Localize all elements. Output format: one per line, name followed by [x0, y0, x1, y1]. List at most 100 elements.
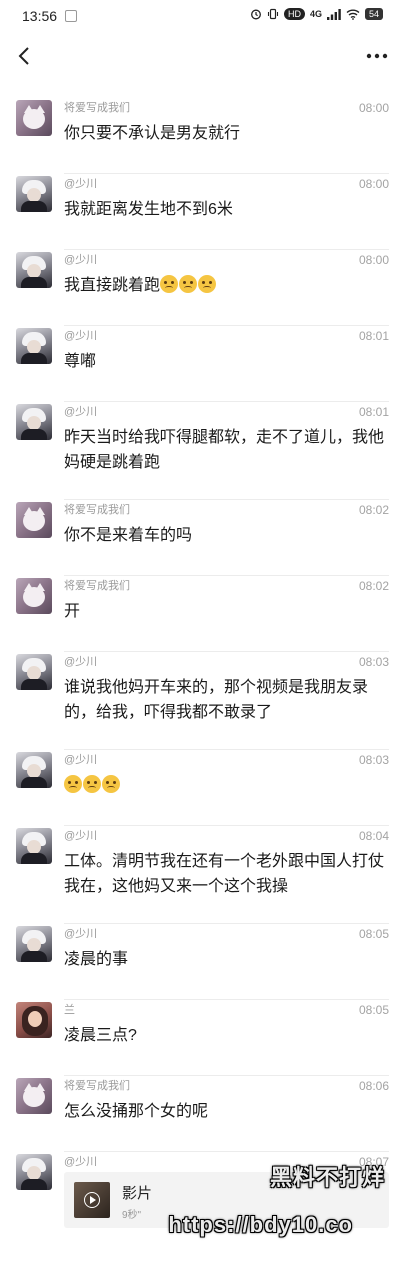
video-thumbnail[interactable]: [74, 1182, 110, 1218]
avatar[interactable]: [16, 404, 52, 440]
sender-name[interactable]: @少川: [64, 927, 97, 941]
message-text: 我直接跳着跑: [64, 273, 384, 298]
message-text: 工体。清明节我在还有一个老外跟中国人打仗我在，这他妈又来一个这个我操: [64, 849, 384, 899]
message-text: 凌晨三点?: [64, 1023, 384, 1048]
message-time: 08:05: [358, 927, 389, 941]
message-row: @少川 08:03: [0, 750, 405, 826]
message-row: 兰 08:05 凌晨三点?: [0, 1000, 405, 1076]
battery-icon: 54: [364, 8, 383, 20]
message-body: 我就距离发生地不到6米: [64, 201, 233, 218]
message-row: @少川 08:00 我直接跳着跑: [0, 250, 405, 326]
message-body: 怎么没捅那个女的呢: [64, 1103, 209, 1120]
crying-emoji-icon: [64, 775, 82, 793]
message-row: 将爱写成我们 08:06 怎么没捅那个女的呢: [0, 1076, 405, 1152]
status-bar: 13:56 HD 4G 54: [0, 0, 405, 32]
message-time: 08:03: [358, 753, 389, 767]
sender-name[interactable]: @少川: [64, 405, 97, 419]
avatar[interactable]: [16, 752, 52, 788]
avatar[interactable]: [16, 926, 52, 962]
avatar[interactable]: [16, 828, 52, 864]
message-text: 你不是来着车的吗: [64, 523, 384, 548]
message-text: 凌晨的事: [64, 947, 384, 972]
signal-icon: [326, 8, 341, 20]
sender-name[interactable]: @少川: [64, 253, 97, 267]
sender-name[interactable]: 将爱写成我们: [64, 503, 130, 517]
crying-emoji-icon: [102, 775, 120, 793]
crying-emoji-icon: [198, 275, 217, 293]
sender-name[interactable]: @少川: [64, 753, 97, 767]
status-time: 13:56: [22, 8, 58, 24]
crying-emoji-icon: [160, 275, 179, 293]
message-body: 开: [64, 603, 81, 620]
avatar[interactable]: [16, 176, 52, 212]
message-row: @少川 08:01 尊嘟: [0, 326, 405, 402]
more-button[interactable]: [363, 44, 391, 68]
video-title: 影片: [122, 1185, 153, 1202]
message-body: 你不是来着车的吗: [64, 527, 193, 544]
message-time: 08:00: [358, 101, 389, 115]
message-body: 凌晨的事: [64, 951, 129, 968]
message-text: [64, 773, 384, 798]
video-duration: 9秒": [122, 1210, 142, 1221]
message-row: @少川 08:00 我就距离发生地不到6米: [0, 174, 405, 250]
message-time: 08:04: [358, 829, 389, 843]
sender-name[interactable]: @少川: [64, 655, 97, 669]
avatar[interactable]: [16, 1078, 52, 1114]
avatar[interactable]: [16, 328, 52, 364]
sender-name[interactable]: 兰: [64, 1003, 75, 1017]
message-time: 08:02: [358, 503, 389, 517]
message-time: 08:02: [358, 579, 389, 593]
watermark-line1: 黑料不打烊: [269, 1165, 385, 1190]
chevron-left-icon: [18, 47, 29, 65]
message-body: 昨天当时给我吓得腿都软，走不了道儿，我他妈硬是跳着跑: [64, 429, 385, 471]
message-time: 08:03: [358, 655, 389, 669]
message-row: @少川 08:01 昨天当时给我吓得腿都软，走不了道儿，我他妈硬是跳着跑: [0, 402, 405, 500]
message-text: 我就距离发生地不到6米: [64, 197, 384, 222]
avatar[interactable]: [16, 578, 52, 614]
message-text: 谁说我他妈开车来的，那个视频是我朋友录的，给我，吓得我都不敢录了: [64, 675, 384, 725]
message-text: 怎么没捅那个女的呢: [64, 1099, 384, 1124]
message-row: 将爱写成我们 08:02 开: [0, 576, 405, 652]
message-row: @少川 08:04 工体。清明节我在还有一个老外跟中国人打仗我在，这他妈又来一个这个…: [0, 826, 405, 924]
sender-name[interactable]: @少川: [64, 329, 97, 343]
play-icon: [84, 1192, 100, 1208]
network-type: 4G: [309, 9, 322, 19]
sender-name[interactable]: @少川: [64, 177, 97, 191]
message-time: 08:01: [358, 405, 389, 419]
message-row: @少川 08:03 谁说我他妈开车来的，那个视频是我朋友录的，给我，吓得我都不敢录了: [0, 652, 405, 750]
avatar[interactable]: [16, 654, 52, 690]
back-button[interactable]: [10, 42, 38, 70]
sender-name[interactable]: @少川: [64, 1155, 97, 1169]
message-body: 我直接跳着跑: [64, 277, 161, 294]
avatar[interactable]: [16, 252, 52, 288]
message-text: 昨天当时给我吓得腿都软，走不了道儿，我他妈硬是跳着跑: [64, 425, 384, 475]
screenshot-indicator-icon: [65, 10, 78, 22]
sender-name[interactable]: 将爱写成我们: [64, 579, 130, 593]
sender-name[interactable]: @少川: [64, 829, 97, 843]
vibrate-icon: [267, 8, 279, 20]
message-time: 08:06: [358, 1079, 389, 1093]
more-dots-icon: [366, 53, 388, 59]
status-icons: HD 4G 54: [250, 8, 383, 20]
message-body: 谁说我他妈开车来的，那个视频是我朋友录的，给我，吓得我都不敢录了: [64, 679, 369, 721]
message-text: 尊嘟: [64, 349, 384, 374]
message-time: 08:00: [358, 253, 389, 267]
message-body: 尊嘟: [64, 353, 97, 370]
message-body: 工体。清明节我在还有一个老外跟中国人打仗我在，这他妈又来一个这个我操: [64, 853, 385, 895]
message-row: @少川 08:05 凌晨的事: [0, 924, 405, 1000]
sender-name[interactable]: 将爱写成我们: [64, 101, 130, 115]
hd-badge: HD: [283, 8, 305, 20]
avatar[interactable]: [16, 502, 52, 538]
watermark-line2: https://bdy10.co: [168, 1212, 353, 1237]
message-time: 08:05: [358, 1003, 389, 1017]
crying-emoji-icon: [83, 775, 101, 793]
avatar[interactable]: [16, 1002, 52, 1038]
message-row: 将爱写成我们 08:02 你不是来着车的吗: [0, 500, 405, 576]
top-nav: [0, 32, 405, 80]
message-time: 08:01: [358, 329, 389, 343]
message-body: 凌晨三点?: [64, 1027, 137, 1044]
avatar[interactable]: [16, 1154, 52, 1190]
avatar[interactable]: [16, 100, 52, 136]
sender-name[interactable]: 将爱写成我们: [64, 1079, 130, 1093]
message-row: 将爱写成我们 08:00 你只要不承认是男友就行: [0, 98, 405, 174]
